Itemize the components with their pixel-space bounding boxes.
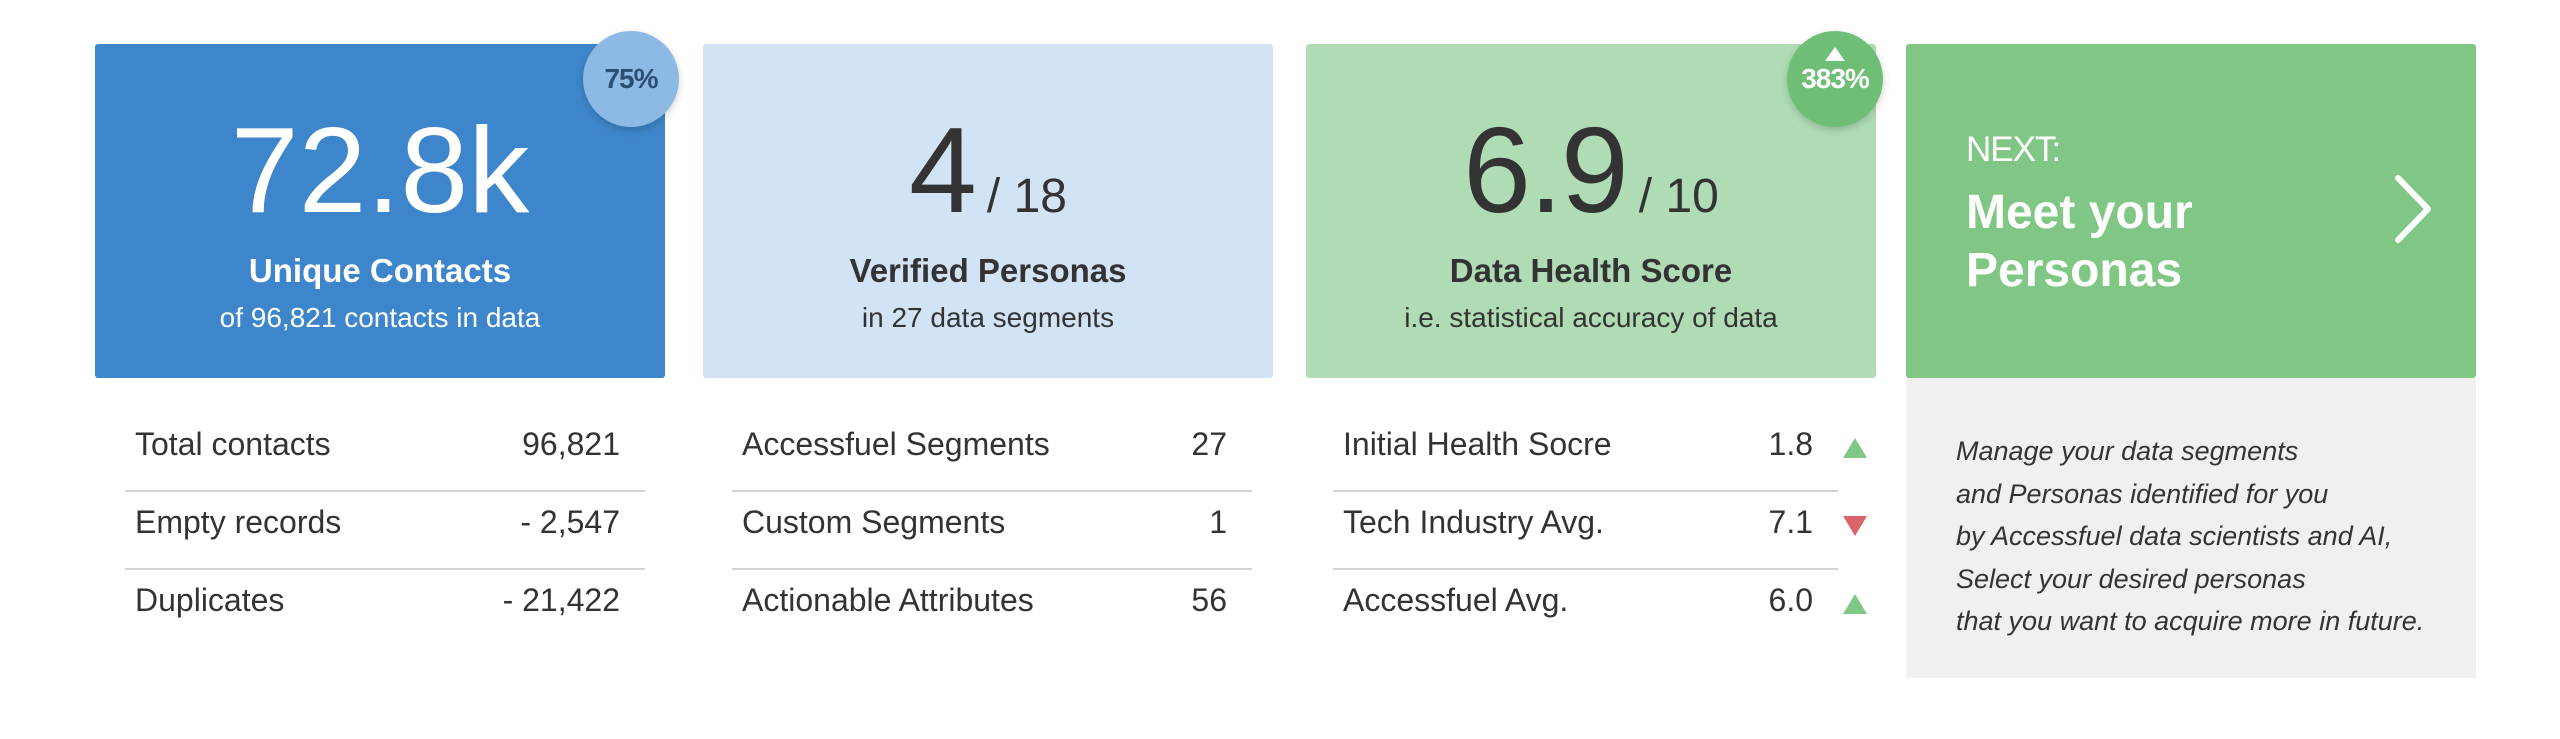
personas-info-box: Manage your data segments and Personas i… [1906, 378, 2476, 678]
trend-up-icon [1843, 438, 1867, 458]
card-title: Unique Contacts [248, 252, 512, 289]
stat-label: Accessfuel Avg. [1343, 582, 1569, 618]
info-line: and Personas identified for you [1956, 478, 2329, 509]
percentage-badge: 75% [583, 31, 679, 127]
card-subtitle: of 96,821 contacts in data [219, 302, 541, 333]
stat-value: - 21,422 [502, 582, 620, 618]
big-number: 72.8k [230, 102, 530, 238]
big-number: 6.9 [1463, 102, 1629, 238]
verified-personas-card: 4/ 18 Verified Personas in 27 data segme… [703, 44, 1273, 378]
stats-row: Initial Health Socre 1.8 [1333, 414, 1867, 492]
stats-row: Duplicates - 21,422 [125, 570, 645, 648]
growth-percentage: 383% [1801, 63, 1870, 94]
trend-up-icon [1843, 594, 1867, 614]
stats-row: Accessfuel Avg. 6.0 [1333, 570, 1867, 648]
big-number: 4 [909, 102, 977, 238]
unique-contacts-value: 72.8k [95, 109, 665, 231]
stats-row: Empty records - 2,547 [125, 492, 645, 570]
stats-row: Accessfuel Segments 27 [732, 414, 1252, 492]
denominator: / 18 [986, 170, 1067, 223]
growth-badge: 383% [1787, 31, 1883, 127]
stats-row: Total contacts 96,821 [125, 414, 645, 492]
stat-label: Initial Health Socre [1343, 426, 1612, 462]
stat-value: 1.8 [1768, 426, 1813, 462]
stats-row: Actionable Attributes 56 [732, 570, 1252, 648]
stat-label: Total contacts [135, 426, 331, 462]
stats-row: Custom Segments 1 [732, 492, 1252, 570]
stat-value: 6.0 [1768, 582, 1813, 618]
card-title: Data Health Score [1449, 252, 1733, 289]
stat-label: Empty records [135, 504, 342, 540]
denominator: / 10 [1638, 170, 1719, 223]
card-subtitle: i.e. statistical accuracy of data [1404, 302, 1778, 333]
verified-personas-value: 4/ 18 [703, 109, 1273, 231]
chevron-right-icon [2395, 175, 2431, 243]
info-line: by Accessfuel data scientists and AI, [1956, 521, 2393, 551]
stat-label: Accessfuel Segments [742, 426, 1050, 462]
stats-row: Tech Industry Avg. 7.1 [1333, 492, 1867, 570]
stat-value: 7.1 [1768, 504, 1813, 540]
stat-label: Actionable Attributes [742, 582, 1034, 618]
next-title: Meet your Personas [1966, 186, 2193, 297]
health-stats-list: Initial Health Socre 1.8 Tech Industry A… [1333, 414, 1867, 648]
trend-down-icon [1843, 516, 1867, 536]
stat-value: 1 [1209, 504, 1227, 540]
unique-contacts-card: 72.8k Unique Contacts of 96,821 contacts… [95, 44, 665, 378]
info-line: Manage your data segments [1956, 436, 2299, 466]
card-title: Verified Personas [849, 252, 1127, 289]
card-subtitle: in 27 data segments [861, 302, 1115, 333]
data-health-score-value: 6.9/ 10 [1306, 109, 1876, 231]
contacts-stats-list: Total contacts 96,821 Empty records - 2,… [125, 414, 645, 648]
stat-value: 56 [1191, 582, 1227, 618]
info-line: Select your desired personas [1956, 563, 2306, 594]
stat-label: Duplicates [135, 582, 285, 618]
segments-stats-list: Accessfuel Segments 27 Custom Segments 1… [732, 414, 1252, 648]
next-meet-personas-button[interactable]: NEXT: Meet your Personas [1906, 44, 2476, 378]
triangle-up-icon [1825, 47, 1845, 61]
next-label: NEXT: [1966, 130, 2061, 169]
info-line: that you want to acquire more in future. [1956, 606, 2425, 636]
stat-value: 27 [1191, 426, 1227, 462]
stat-value: 96,821 [522, 426, 620, 462]
stat-label: Custom Segments [742, 504, 1006, 540]
stat-label: Tech Industry Avg. [1343, 504, 1604, 540]
stat-value: - 2,547 [520, 504, 620, 540]
